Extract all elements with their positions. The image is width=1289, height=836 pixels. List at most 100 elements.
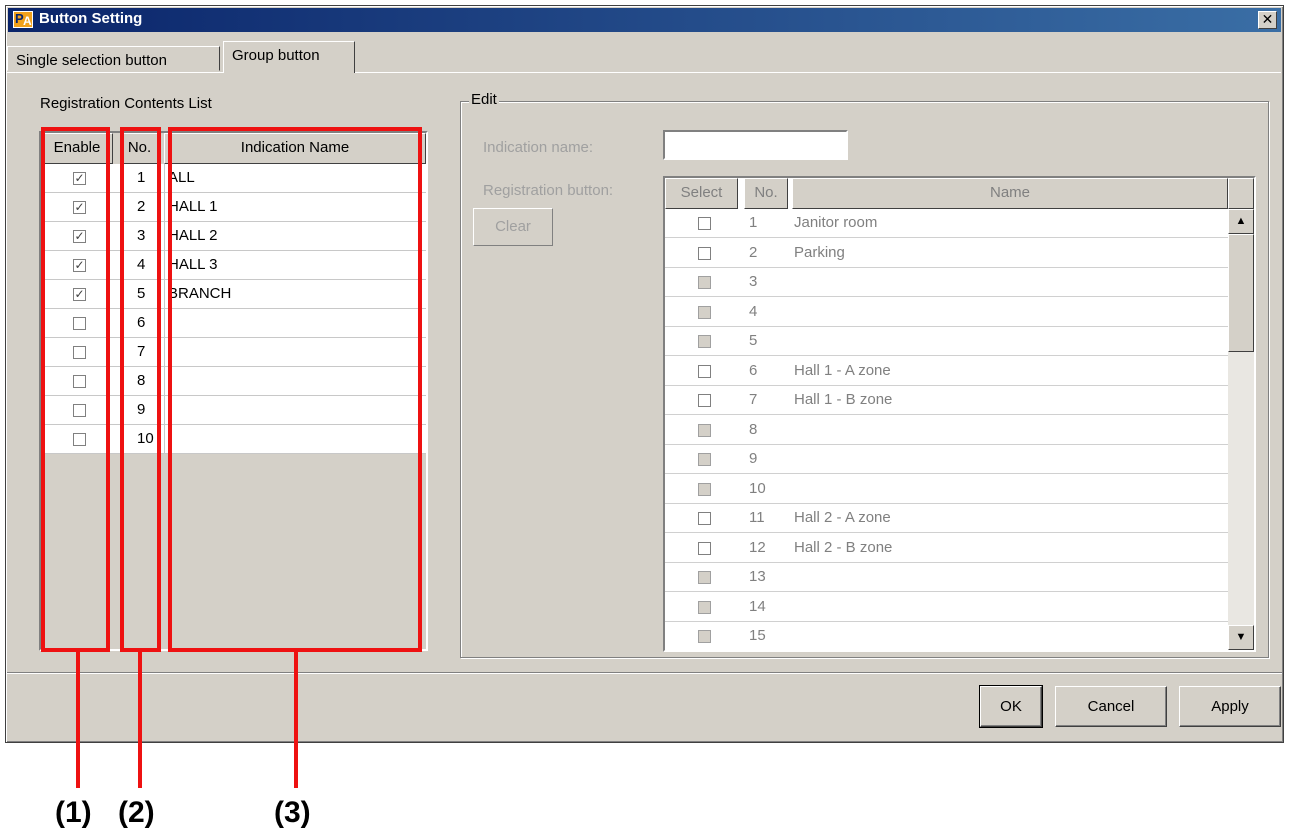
- window-title: Button Setting: [39, 10, 143, 27]
- registration-row[interactable]: 10: [665, 474, 1228, 504]
- select-checkbox[interactable]: [698, 600, 711, 614]
- registration-row[interactable]: 12 Hall 2 - B zone: [665, 533, 1228, 563]
- row-number: 2: [137, 198, 146, 215]
- select-checkbox[interactable]: [698, 512, 711, 525]
- column-header-name[interactable]: Name: [792, 178, 1228, 209]
- list-row[interactable]: 6: [41, 309, 426, 338]
- select-checkbox[interactable]: [698, 276, 711, 289]
- list-row[interactable]: 9: [41, 396, 426, 425]
- scroll-up-icon[interactable]: ▲: [1228, 209, 1254, 234]
- select-checkbox[interactable]: [698, 423, 711, 437]
- zone-name: Hall 2 - B zone: [794, 538, 893, 556]
- select-checkbox[interactable]: [698, 364, 711, 378]
- registration-row[interactable]: 13: [665, 563, 1228, 592]
- registration-row[interactable]: 7 Hall 1 - B zone: [665, 386, 1228, 415]
- row-number: 4: [749, 302, 758, 320]
- list-row[interactable]: ✓ 5 BRANCH: [41, 280, 426, 309]
- zone-name: Hall 1 - B zone: [794, 391, 893, 408]
- list-row[interactable]: 7: [41, 338, 426, 367]
- select-checkbox[interactable]: [698, 453, 711, 466]
- row-number: 7: [749, 391, 758, 408]
- row-number: 7: [137, 343, 146, 360]
- enable-checkbox[interactable]: [73, 433, 86, 446]
- scroll-thumb[interactable]: [1228, 234, 1254, 352]
- registration-row[interactable]: 14: [665, 592, 1228, 622]
- list-title: Registration Contents List: [40, 95, 212, 112]
- enable-checkbox[interactable]: ✓: [73, 288, 86, 301]
- tab-single-selection-button[interactable]: Single selection button: [7, 46, 220, 71]
- registration-row[interactable]: 15: [665, 622, 1228, 650]
- column-header-enable[interactable]: Enable: [41, 133, 113, 164]
- ok-button[interactable]: OK: [979, 685, 1043, 728]
- select-checkbox[interactable]: [698, 217, 711, 230]
- registration-row[interactable]: 5: [665, 327, 1228, 356]
- select-checkbox[interactable]: [698, 246, 711, 260]
- list-row[interactable]: 8: [41, 367, 426, 396]
- list-row[interactable]: 10: [41, 425, 426, 454]
- row-number: 12: [749, 538, 766, 556]
- apply-button[interactable]: Apply: [1179, 686, 1281, 727]
- vertical-scrollbar[interactable]: ▲ ▼: [1228, 209, 1254, 650]
- row-number: 15: [749, 627, 766, 644]
- select-checkbox[interactable]: [698, 394, 711, 407]
- select-checkbox[interactable]: [698, 482, 711, 496]
- select-checkbox[interactable]: [698, 630, 711, 643]
- enable-checkbox[interactable]: [73, 346, 86, 359]
- registration-row[interactable]: 2 Parking: [665, 238, 1228, 268]
- list-row[interactable]: ✓ 4 HALL 3: [41, 251, 426, 280]
- enable-checkbox[interactable]: [73, 404, 86, 417]
- row-number: 10: [749, 479, 766, 497]
- indication-name-cell[interactable]: HALL 2: [168, 227, 217, 244]
- title-bar[interactable]: PA Button Setting ✕: [8, 8, 1281, 32]
- enable-checkbox[interactable]: [73, 375, 86, 388]
- registration-row[interactable]: 4: [665, 297, 1228, 327]
- row-number: 6: [749, 361, 758, 379]
- registration-row[interactable]: 1 Janitor room: [665, 209, 1228, 238]
- close-button[interactable]: ✕: [1258, 11, 1277, 29]
- indication-name-cell[interactable]: HALL 1: [168, 198, 217, 215]
- cell-separator: [164, 309, 165, 338]
- registration-button-table: Select No. Name 1 Janitor room 2 Parking 3 4 5…: [663, 176, 1256, 652]
- select-checkbox[interactable]: [698, 335, 711, 348]
- cell-separator: [121, 309, 122, 338]
- zone-name: Parking: [794, 243, 845, 261]
- cell-separator: [164, 222, 165, 251]
- column-header-no[interactable]: No.: [744, 178, 788, 209]
- registration-row[interactable]: 6 Hall 1 - A zone: [665, 356, 1228, 386]
- column-header-select[interactable]: Select: [665, 178, 738, 209]
- select-checkbox[interactable]: [698, 305, 711, 319]
- header-corner: [1228, 178, 1254, 209]
- enable-checkbox[interactable]: ✓: [73, 230, 86, 243]
- row-number: 5: [137, 285, 146, 302]
- row-number: 14: [749, 597, 766, 615]
- registration-row[interactable]: 9: [665, 445, 1228, 474]
- indication-name-cell[interactable]: ALL: [168, 169, 195, 186]
- scroll-down-icon[interactable]: ▼: [1228, 625, 1254, 650]
- enable-checkbox[interactable]: ✓: [73, 201, 86, 214]
- enable-checkbox[interactable]: ✓: [73, 259, 86, 272]
- registration-row[interactable]: 3: [665, 268, 1228, 297]
- column-header-no[interactable]: No.: [121, 133, 158, 164]
- select-checkbox[interactable]: [698, 541, 711, 555]
- tab-group-button[interactable]: Group button: [223, 41, 355, 73]
- column-header-indication-name[interactable]: Indication Name: [164, 133, 426, 164]
- callout-line-3: [294, 650, 298, 788]
- registration-row[interactable]: 8: [665, 415, 1228, 445]
- indication-name-cell[interactable]: BRANCH: [168, 285, 231, 302]
- indication-name-cell[interactable]: HALL 3: [168, 256, 217, 273]
- list-row[interactable]: ✓ 3 HALL 2: [41, 222, 426, 251]
- cell-separator: [164, 280, 165, 309]
- registration-row[interactable]: 11 Hall 2 - A zone: [665, 504, 1228, 533]
- list-row[interactable]: ✓ 1 ALL: [41, 164, 426, 193]
- cancel-button[interactable]: Cancel: [1055, 686, 1167, 727]
- enable-checkbox[interactable]: [73, 317, 86, 330]
- list-row[interactable]: ✓ 2 HALL 1: [41, 193, 426, 222]
- cell-separator: [121, 164, 122, 193]
- cell-separator: [121, 338, 122, 367]
- indication-name-input[interactable]: [663, 130, 848, 160]
- cell-separator: [121, 425, 122, 454]
- enable-checkbox[interactable]: ✓: [73, 172, 86, 185]
- row-number: 8: [749, 420, 758, 438]
- select-checkbox[interactable]: [698, 571, 711, 584]
- clear-button[interactable]: Clear: [473, 208, 553, 246]
